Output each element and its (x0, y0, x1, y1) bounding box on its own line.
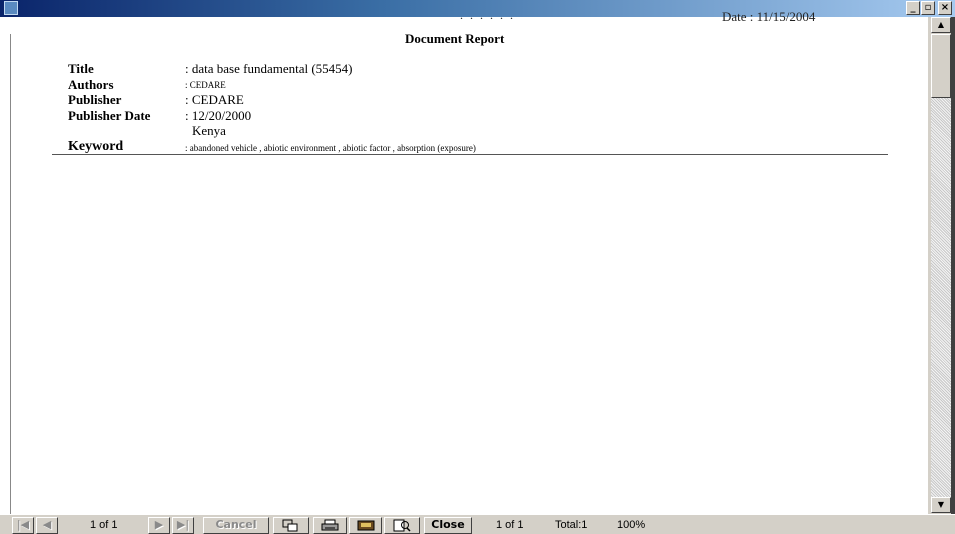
printer-setup-button[interactable] (349, 517, 382, 534)
export-icon (282, 519, 298, 532)
field-value-publisher: : CEDARE (185, 92, 244, 107)
next-page-button[interactable]: ▶ (148, 517, 170, 534)
window-right-edge (951, 17, 955, 514)
print-button[interactable] (313, 517, 347, 534)
zoom-level: 100% (617, 519, 646, 531)
previous-page-button[interactable]: ◀ (36, 517, 58, 534)
export-button[interactable] (273, 517, 309, 534)
scroll-down-button[interactable]: ▼ (931, 497, 951, 513)
field-label-publisher-date: Publisher Date (68, 108, 151, 123)
app-icon (4, 1, 18, 15)
field-label-authors: Authors (68, 77, 114, 92)
scroll-up-button[interactable]: ▲ (931, 17, 951, 33)
scrollbar-thumb[interactable] (931, 34, 951, 98)
close-button[interactable]: Close (424, 517, 472, 534)
report-toolbar: |◀ ◀ 1 of 1 ▶ ▶| Cancel Close 1 of 1 Tot… (0, 514, 955, 534)
report-title: Document Report (405, 31, 505, 46)
header-divider (52, 154, 888, 155)
page-indicator: 1 of 1 (90, 519, 118, 531)
page-left-border (10, 34, 11, 514)
report-page: . . . . . . Date : 11/15/2004 Document R… (0, 8, 928, 514)
field-value-keyword: : abandoned vehicle , abiotic environmen… (185, 143, 476, 153)
report-date: Date : 11/15/2004 (722, 9, 816, 24)
field-value-country: Kenya (192, 123, 226, 138)
close-window-button[interactable]: × (938, 1, 952, 15)
field-label-publisher: Publisher (68, 92, 122, 107)
last-page-button[interactable]: ▶| (172, 517, 194, 534)
page-count: 1 of 1 (496, 519, 524, 531)
total-count: Total:1 (555, 519, 588, 531)
printer-setup-icon (357, 520, 374, 531)
header-dots: . . . . . . (460, 8, 515, 22)
search-icon (393, 519, 411, 532)
restore-button[interactable]: ▫ (921, 1, 935, 15)
field-label-title: Title (68, 61, 94, 76)
minimize-button[interactable]: _ (906, 1, 920, 15)
first-page-button[interactable]: |◀ (12, 517, 34, 534)
field-label-keyword: Keyword (68, 139, 124, 154)
scrollbar-track[interactable] (931, 34, 951, 504)
field-value-publisher-date: : 12/20/2000 (185, 108, 252, 123)
cancel-button[interactable]: Cancel (203, 517, 269, 534)
field-value-authors: : CEDARE (185, 80, 226, 90)
search-button[interactable] (384, 517, 420, 534)
print-icon (321, 519, 339, 531)
field-value-title: : data base fundamental (55454) (185, 61, 353, 76)
